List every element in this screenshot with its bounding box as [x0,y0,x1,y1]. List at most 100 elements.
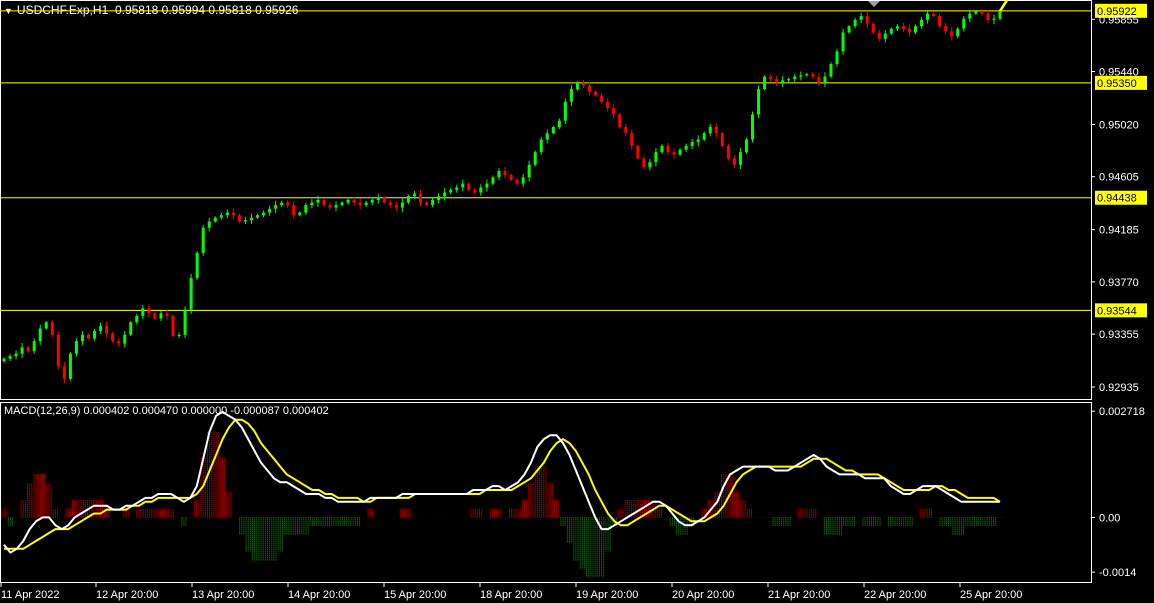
time-tick-label: 14 Apr 20:00 [288,589,350,601]
candle-body [732,158,736,165]
time-axis: 11 Apr 2022 12 Apr 20:00 13 Apr 20:00 14 Ap… [0,582,1022,601]
candle-body [467,183,471,190]
candle-body [159,313,163,319]
candle-body [962,18,966,29]
candle-body [256,215,260,218]
candle-body [913,26,917,33]
candle-body [690,142,694,146]
candle-body [406,196,410,203]
time-tick-label: 20 Apr 20:00 [672,589,734,601]
candle-body [992,18,996,20]
candle-body [358,202,362,206]
candle-body [708,126,712,134]
time-tick-label: 19 Apr 20:00 [576,589,638,601]
candle-body [998,11,1002,19]
candle-body [461,183,465,188]
candle-body [859,16,863,20]
shift-marker-icon[interactable] [868,1,880,7]
candle-body [419,193,423,203]
candle-body [805,74,809,76]
candle-body [545,133,549,140]
candle-body [44,322,48,329]
candle-body [153,313,157,319]
time-tick-label: 22 Apr 20:00 [864,589,926,601]
candle-body [352,200,356,203]
candle-body [425,202,429,206]
candle-body [141,308,145,316]
candle-body [135,315,139,323]
candle-body [871,23,875,33]
candle-body [889,28,893,34]
candle-body [775,79,779,83]
candle-body [877,32,881,39]
candle-body [672,152,676,155]
candle-body [491,177,495,184]
candle-body [980,11,984,14]
candle-body [624,126,628,134]
candle-body [618,114,622,127]
candle-body [68,353,72,379]
candle-body [20,347,24,354]
candle-body [50,322,54,335]
candle-body [920,19,924,27]
candle-body [443,192,447,197]
candle-body [823,76,827,83]
candles [2,8,1002,384]
candle-body [883,33,887,39]
price-tick-label: 0.93770 [1099,277,1139,289]
level-label: 0.94438 [1097,193,1137,205]
candle-body [769,76,773,80]
candle-body [811,74,815,77]
candle-body [99,325,103,331]
price-tick-label: 0.95440 [1099,67,1139,79]
candle-body [974,11,978,14]
candle-body [334,205,338,208]
candle-body [563,101,567,121]
candle-body [56,334,60,367]
price-chart[interactable]: 0.959220.953500.944380.93544 0.958550.95… [0,0,1154,603]
candle-body [340,202,344,206]
time-tick-label: 12 Apr 20:00 [96,589,158,601]
candle-body [485,183,489,188]
macd-axis: 0.002718 0.00 -0.0014 [1091,406,1145,579]
candle-body [243,220,247,222]
candle-body [328,205,332,208]
candle-body [171,315,175,337]
candle-body [787,79,791,81]
candle-body [817,76,821,83]
candle-body [799,75,803,77]
candle-body [364,202,368,206]
candle-body [551,126,555,134]
candle-body [895,26,899,29]
time-tick-label: 13 Apr 20:00 [192,589,254,601]
candle-body [521,177,525,184]
level-lines[interactable]: 0.959220.953500.944380.93544 [0,3,1147,318]
price-pane-border [0,0,1092,400]
candle-body [370,200,374,203]
level-label: 0.93544 [1097,305,1137,317]
candle-body [455,187,459,190]
candle-body [449,189,453,193]
macd-histogram [1,431,997,578]
candle-body [437,196,441,200]
trend-arrows[interactable] [998,0,1068,12]
candle-body [720,133,724,146]
price-tick-label: 0.95855 [1099,14,1139,26]
candle-body [394,205,398,208]
trend-arrow-segment[interactable] [998,0,1018,12]
candle-body [956,28,960,37]
time-tick-label: 18 Apr 20:00 [480,589,542,601]
candle-body [268,208,272,213]
candle-body [74,341,78,354]
candle-body [932,13,936,17]
candle-body [195,252,199,279]
candle-body [237,215,241,222]
candle-body [539,139,543,153]
macd-tick-label: 0.00 [1099,512,1120,524]
candle-body [93,330,97,339]
candle-body [346,200,350,203]
candle-body [177,334,181,337]
candle-body [105,325,109,334]
candle-body [938,16,942,27]
candle-body [274,205,278,209]
